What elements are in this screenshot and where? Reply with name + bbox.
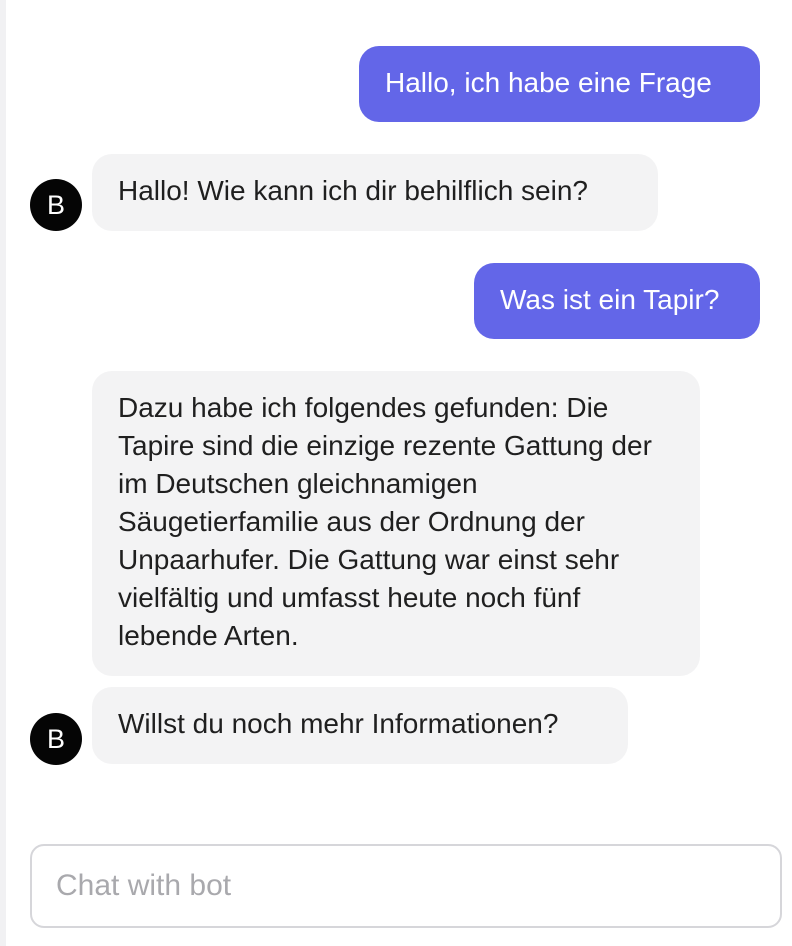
chat-input[interactable] xyxy=(30,844,782,928)
bot-message: Willst du noch mehr Informationen? xyxy=(92,687,628,764)
bot-avatar: B xyxy=(30,713,82,765)
message-list[interactable]: · · · · · · · Hallo, ich habe eine Frage… xyxy=(0,0,792,820)
user-message: Was ist ein Tapir? xyxy=(474,263,760,339)
chat-window: · · · · · · · Hallo, ich habe eine Frage… xyxy=(0,0,792,946)
bot-message: Hallo! Wie kann ich dir behilflich sein? xyxy=(92,154,658,231)
bot-avatar: B xyxy=(30,179,82,231)
user-message: Hallo, ich habe eine Frage xyxy=(359,46,760,122)
clipped-timestamp: · · · · · · · xyxy=(318,0,488,4)
bot-message: Dazu habe ich folgendes gefunden: Die Ta… xyxy=(92,371,700,676)
